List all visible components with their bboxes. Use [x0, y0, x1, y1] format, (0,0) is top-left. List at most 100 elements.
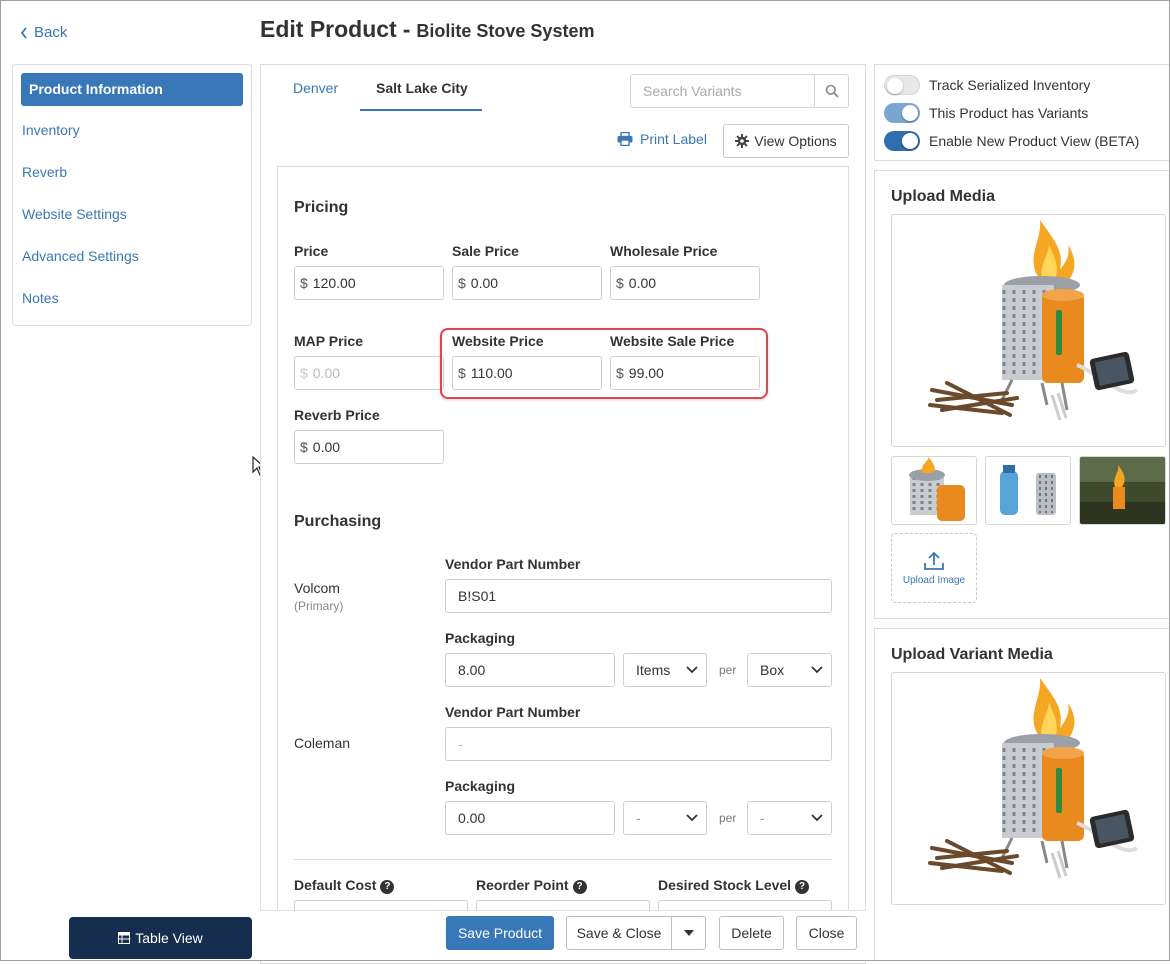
sidebar-item-product-information[interactable]: Product Information — [21, 73, 243, 106]
chevron-down-icon — [811, 666, 823, 674]
has-variants-toggle[interactable] — [884, 103, 920, 123]
save-close-button[interactable]: Save & Close — [566, 916, 672, 950]
packaging-per-value: Box — [760, 662, 785, 678]
delete-button[interactable]: Delete — [719, 916, 784, 950]
media-thumbnail-2[interactable] — [985, 456, 1071, 525]
price-label: Price — [294, 243, 329, 259]
page-title-text: Edit Product — [260, 16, 397, 42]
title-separator: - — [402, 16, 411, 42]
upload-image-button[interactable]: Upload Image — [891, 533, 977, 603]
track-serialized-row: Track Serialized Inventory — [884, 75, 1090, 95]
sidebar-item-notes[interactable]: Notes — [22, 290, 59, 306]
search-input[interactable] — [631, 75, 815, 107]
media-thumbnail-3[interactable] — [1079, 456, 1166, 525]
website-sale-price-label: Website Sale Price — [610, 333, 735, 349]
sidebar-item-advanced-settings[interactable]: Advanced Settings — [22, 248, 139, 264]
website-sale-price-input[interactable]: $99.00 — [610, 356, 760, 390]
new-product-view-label: Enable New Product View (BETA) — [929, 133, 1140, 149]
reverb-price-value: 0.00 — [312, 439, 341, 455]
print-label-link[interactable]: Print Label — [617, 131, 707, 147]
has-variants-label: This Product has Variants — [929, 105, 1089, 121]
currency-symbol: $ — [616, 365, 624, 381]
sidebar-nav: Product Information Inventory Reverb Web… — [12, 64, 252, 326]
help-icon[interactable]: ? — [572, 879, 587, 894]
close-button[interactable]: Close — [796, 916, 857, 950]
help-icon[interactable]: ? — [380, 879, 395, 894]
chevron-down-icon — [686, 666, 698, 674]
price-input[interactable]: $120.00 — [294, 266, 444, 300]
tab-denver[interactable]: Denver — [293, 80, 338, 96]
packaging-label: Packaging — [445, 778, 516, 794]
stove-image — [928, 220, 1139, 421]
view-options-button[interactable]: View Options — [723, 124, 849, 158]
map-price-input[interactable]: $0.00 — [294, 356, 444, 390]
website-price-label: Website Price — [452, 333, 544, 349]
upload-media-card: Upload Media Upload Image — [874, 170, 1170, 619]
reverb-price-label: Reverb Price — [294, 407, 380, 423]
website-price-input[interactable]: $110.00 — [452, 356, 602, 390]
reorder-point-label: Reorder Point? — [476, 877, 587, 894]
currency-symbol: $ — [300, 275, 308, 291]
upload-icon — [924, 551, 944, 570]
packaging-qty-input[interactable]: 0.00 — [445, 801, 615, 835]
printer-icon — [617, 132, 633, 146]
table-view-button[interactable]: Table View — [69, 917, 252, 959]
gear-icon — [735, 134, 750, 148]
thumbnail-outdoor-image — [1080, 457, 1165, 524]
packaging-per-select[interactable]: - — [747, 801, 832, 835]
upload-variant-media-card: Upload Variant Media — [874, 628, 1170, 961]
vendor-primary-note: (Primary) — [294, 599, 344, 613]
page-title: Edit Product - Biolite Stove System — [260, 16, 594, 43]
new-product-view-toggle[interactable] — [884, 131, 920, 151]
packaging-unit-value: Items — [636, 662, 671, 678]
stove-image — [928, 678, 1139, 879]
search-button[interactable] — [814, 75, 848, 107]
sidebar-item-inventory[interactable]: Inventory — [22, 122, 80, 138]
packaging-qty-input[interactable]: 8.00 — [445, 653, 615, 687]
packaging-unit-value: - — [636, 810, 641, 826]
purchasing-title: Purchasing — [294, 513, 382, 530]
vendor-name: Coleman — [294, 735, 351, 751]
media-thumbnail-1[interactable] — [891, 456, 977, 525]
help-icon[interactable]: ? — [795, 879, 810, 894]
product-settings-card: Track Serialized Inventory This Product … — [874, 64, 1170, 161]
default-cost-label: Default Cost? — [294, 877, 395, 894]
table-icon — [118, 932, 131, 944]
wholesale-price-input[interactable]: $0.00 — [610, 266, 760, 300]
currency-symbol: $ — [458, 365, 466, 381]
has-variants-row: This Product has Variants — [884, 103, 1088, 123]
main-product-image[interactable] — [891, 214, 1166, 447]
vendor-part-number-label: Vendor Part Number — [445, 556, 581, 572]
sidebar-item-website-settings[interactable]: Website Settings — [22, 206, 127, 222]
currency-symbol: $ — [458, 275, 466, 291]
wholesale-price-value: 0.00 — [628, 275, 657, 291]
packaging-unit-select[interactable]: Items — [623, 653, 707, 687]
search-icon — [825, 84, 839, 98]
caret-down-icon — [683, 930, 694, 936]
vendor-name: Volcom — [294, 580, 340, 596]
search-variants — [630, 74, 849, 108]
reverb-price-input[interactable]: $0.00 — [294, 430, 444, 464]
currency-symbol: $ — [616, 275, 624, 291]
sidebar-item-reverb[interactable]: Reverb — [22, 164, 67, 180]
variant-product-image[interactable] — [891, 672, 1166, 905]
sale-price-input[interactable]: $0.00 — [452, 266, 602, 300]
view-options-label: View Options — [754, 133, 837, 149]
packaging-per-select[interactable]: Box — [747, 653, 832, 687]
save-product-button[interactable]: Save Product — [446, 916, 554, 950]
upload-media-title: Upload Media — [891, 188, 996, 205]
track-serialized-toggle[interactable] — [884, 75, 920, 95]
packaging-unit-select[interactable]: - — [623, 801, 707, 835]
vendor-part-number-input[interactable]: - — [445, 727, 832, 761]
vendor-part-number-input[interactable]: B!S01 — [445, 579, 832, 613]
back-link[interactable]: Back — [20, 24, 67, 41]
per-label: per — [719, 663, 737, 677]
chevron-down-icon — [686, 814, 698, 822]
price-value: 120.00 — [312, 275, 356, 291]
desired-stock-label: Desired Stock Level? — [658, 877, 810, 894]
save-options-dropdown[interactable] — [671, 916, 706, 950]
chevron-down-icon — [811, 814, 823, 822]
product-name: Biolite Stove System — [416, 21, 595, 41]
currency-symbol: $ — [300, 439, 308, 455]
tab-salt-lake-city[interactable]: Salt Lake City — [376, 80, 468, 96]
